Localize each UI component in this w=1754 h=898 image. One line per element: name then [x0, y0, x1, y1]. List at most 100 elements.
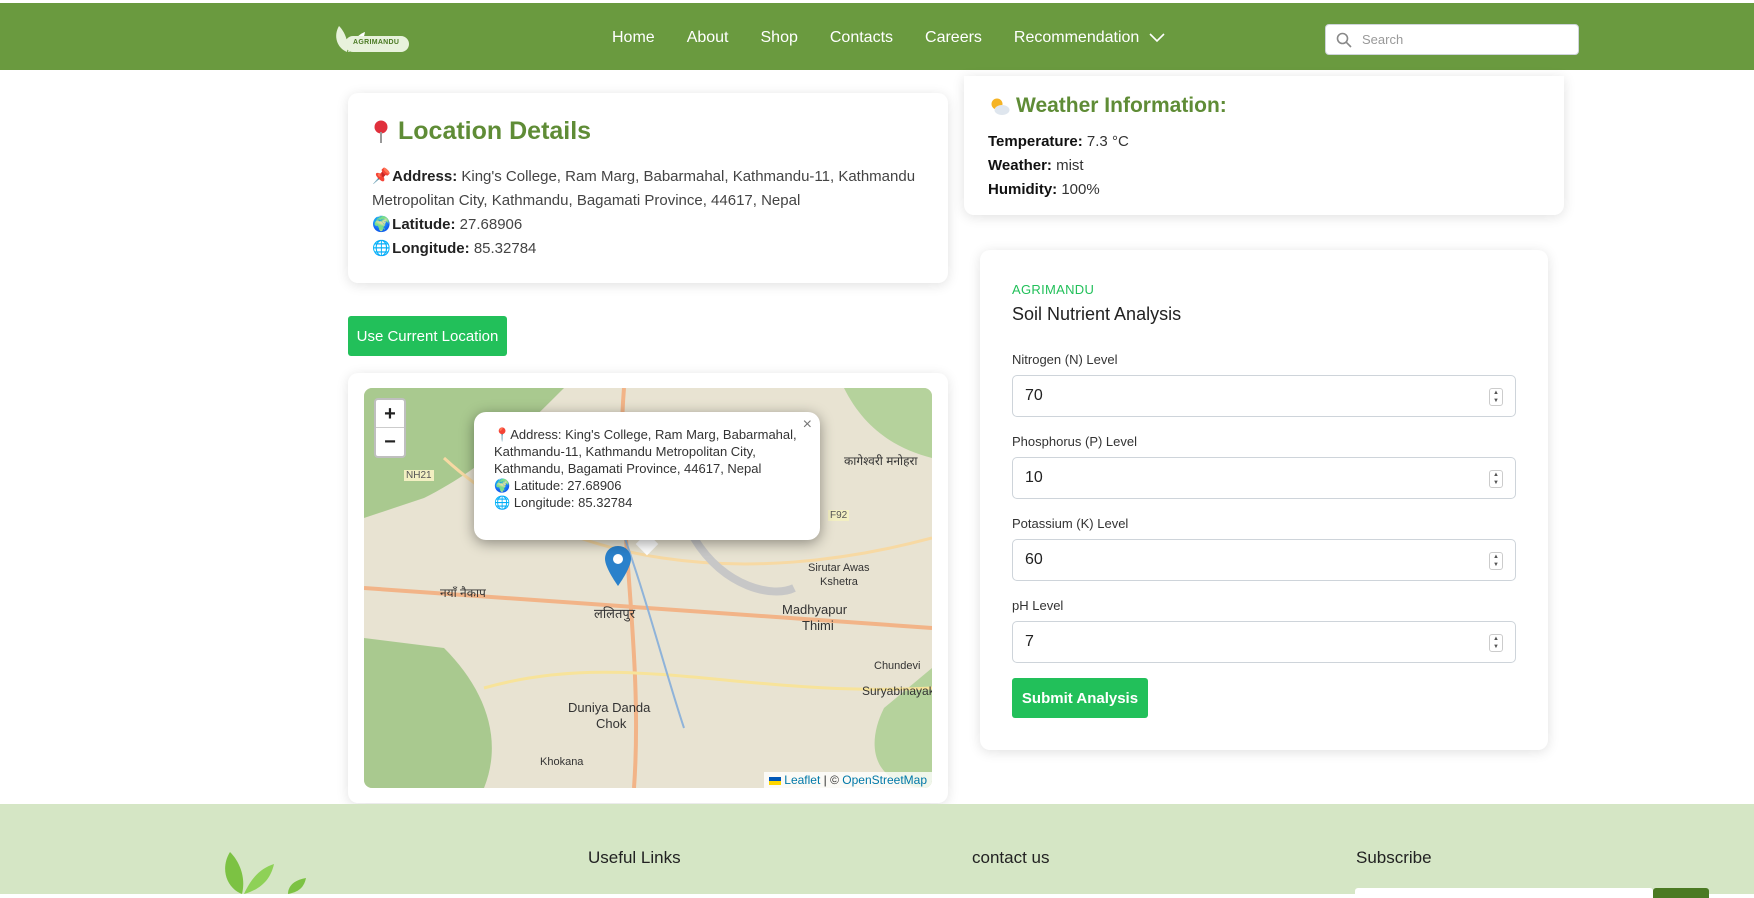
potassium-value: 60 — [1025, 551, 1043, 568]
map-card: NH21 F92 Madhyapur Thimi ललितपुर Duniya … — [348, 373, 948, 803]
phosphorus-input[interactable]: 10 ▲ ▼ — [1012, 457, 1516, 499]
logo-text: AGRIMANDU — [353, 39, 400, 46]
location-title: Location Details — [372, 117, 591, 146]
popup-globe-icon: 🌍 — [494, 478, 511, 493]
zoom-control: + − — [374, 398, 406, 458]
map-label-naya-naikap: नयाँ नैकाप — [440, 586, 486, 600]
map-label-chok: Chok — [596, 716, 627, 731]
potassium-spinner[interactable]: ▲ ▼ — [1489, 552, 1503, 570]
search-input[interactable] — [1362, 32, 1562, 47]
humidity-label: Humidity: — [988, 181, 1058, 198]
zoom-in-button[interactable]: + — [376, 400, 404, 428]
map-label-madhyapur: Madhyapur — [782, 602, 848, 617]
nav-recommendation-dropdown[interactable]: Recommendation — [1014, 29, 1165, 47]
nitrogen-label: Nitrogen (N) Level — [1012, 352, 1118, 367]
phosphorus-spinner[interactable]: ▲ ▼ — [1489, 470, 1503, 488]
ukraine-flag-icon — [768, 776, 781, 785]
map-label-duniya-danda: Duniya Danda — [568, 700, 651, 715]
use-current-location-button[interactable]: Use Current Location — [348, 316, 507, 356]
phosphorus-value: 10 — [1025, 469, 1043, 486]
submit-analysis-button[interactable]: Submit Analysis — [1012, 678, 1148, 718]
longitude-value: 85.32784 — [473, 240, 537, 257]
nav-links: Home About Shop Contacts Careers Recomme… — [612, 29, 1165, 47]
footer-subscribe-heading: Subscribe — [1356, 848, 1432, 867]
weather-label: Weather: — [988, 157, 1052, 174]
potassium-input[interactable]: 60 ▲ ▼ — [1012, 539, 1516, 581]
ph-spinner[interactable]: ▲ ▼ — [1489, 634, 1503, 652]
weather-body: Temperature: 7.3 °C Weather: mist Humidi… — [988, 130, 1129, 202]
search-box — [1325, 24, 1579, 55]
address-label: Address: — [392, 168, 458, 185]
nav-shop[interactable]: Shop — [761, 29, 798, 47]
nav-careers[interactable]: Careers — [925, 29, 982, 47]
map-attribution: Leaflet | © OpenStreetMap — [763, 772, 932, 788]
ph-value: 7 — [1025, 633, 1034, 650]
popup-address: Address: King's College, Ram Marg, Babar… — [494, 427, 797, 476]
nitrogen-value: 70 — [1025, 387, 1043, 404]
globe-grid-icon: 🌐 — [372, 240, 391, 257]
map-label-kageshwori: कागेश्वरी मनोहरा — [844, 454, 918, 468]
temperature-value: 7.3 °C — [1086, 133, 1129, 150]
map-label-lalitpur: ललितपुर — [594, 606, 636, 621]
temperature-label: Temperature: — [988, 133, 1083, 150]
weather-title-text: Weather Information: — [1016, 94, 1227, 117]
osm-link[interactable]: OpenStreetMap — [842, 773, 927, 787]
sun-cloud-icon — [991, 98, 1010, 115]
subscribe-input[interactable] — [1355, 888, 1653, 898]
footer-logo-icon — [225, 852, 306, 894]
map-label-sirutar: Sirutar Awas — [808, 562, 870, 574]
nav-about[interactable]: About — [687, 29, 729, 47]
map-marker-icon[interactable] — [605, 546, 631, 586]
attribution-separator: | © — [820, 773, 843, 787]
map-label-chundevi: Chundevi — [874, 660, 921, 672]
nav-home[interactable]: Home — [612, 29, 655, 47]
popup-close-button[interactable]: × — [803, 416, 812, 433]
weather-card: Weather Information: Temperature: 7.3 °C… — [964, 76, 1564, 215]
globe-icon: 🌍 — [372, 216, 391, 233]
popup-globe-grid-icon: 🌐 — [494, 495, 511, 510]
longitude-label: Longitude: — [392, 240, 470, 257]
footer-useful-links-heading: Useful Links — [588, 848, 681, 867]
pushpin-icon: 📌 — [372, 168, 391, 185]
zoom-out-button[interactable]: − — [376, 428, 404, 456]
map-view[interactable]: NH21 F92 Madhyapur Thimi ललितपुर Duniya … — [364, 388, 932, 788]
popup-latitude: Latitude: 27.68906 — [513, 478, 622, 493]
search-icon — [1336, 32, 1352, 48]
location-details-card: Location Details 📌 Address: King's Colle… — [348, 93, 948, 283]
latitude-value: 27.68906 — [459, 216, 523, 233]
popup-pin-icon: 📍 — [494, 427, 511, 442]
location-body: 📌 Address: King's College, Ram Marg, Bab… — [372, 165, 932, 261]
weather-title: Weather Information: — [988, 94, 1227, 118]
soil-analysis-card: AGRIMANDU Soil Nutrient Analysis Nitroge… — [980, 250, 1548, 750]
site-logo[interactable]: AGRIMANDU — [331, 24, 409, 56]
subscribe-button[interactable] — [1653, 888, 1709, 898]
soil-title: Soil Nutrient Analysis — [1012, 304, 1182, 324]
nav-contacts[interactable]: Contacts — [830, 29, 893, 47]
footer-contact-heading: contact us — [972, 848, 1050, 867]
map-label-khokana: Khokana — [540, 756, 584, 768]
map-label-suryabinayak: Suryabinayak — [862, 684, 932, 698]
location-title-text: Location Details — [398, 117, 592, 145]
map-label-f92: F92 — [828, 510, 850, 521]
leaflet-link[interactable]: Leaflet — [784, 773, 820, 787]
footer: Useful Links contact us Subscribe — [0, 804, 1754, 898]
map-label-thimi: Thimi — [802, 618, 834, 633]
popup-longitude: Longitude: 85.32784 — [513, 495, 633, 510]
map-label-nh21: NH21 — [404, 470, 434, 481]
map-label-kshetra: Kshetra — [820, 576, 858, 588]
navbar: AGRIMANDU Home About Shop Contacts Caree… — [0, 3, 1754, 70]
humidity-value: 100% — [1061, 181, 1100, 198]
soil-brand: AGRIMANDU — [1012, 282, 1095, 297]
map-popup: × 📍Address: King's College, Ram Marg, Ba… — [474, 412, 820, 540]
weather-value: mist — [1056, 157, 1084, 174]
ph-input[interactable]: 7 ▲ ▼ — [1012, 621, 1516, 663]
ph-label: pH Level — [1012, 598, 1064, 613]
nav-recommendation-label: Recommendation — [1013, 29, 1140, 46]
chevron-down-icon — [1149, 33, 1165, 43]
nitrogen-input[interactable]: 70 ▲ ▼ — [1012, 375, 1516, 417]
latitude-label: Latitude: — [392, 216, 456, 233]
potassium-label: Potassium (K) Level — [1012, 516, 1129, 531]
phosphorus-label: Phosphorus (P) Level — [1012, 434, 1138, 449]
nitrogen-spinner[interactable]: ▲ ▼ — [1489, 388, 1503, 406]
map-pin-icon — [374, 120, 388, 143]
